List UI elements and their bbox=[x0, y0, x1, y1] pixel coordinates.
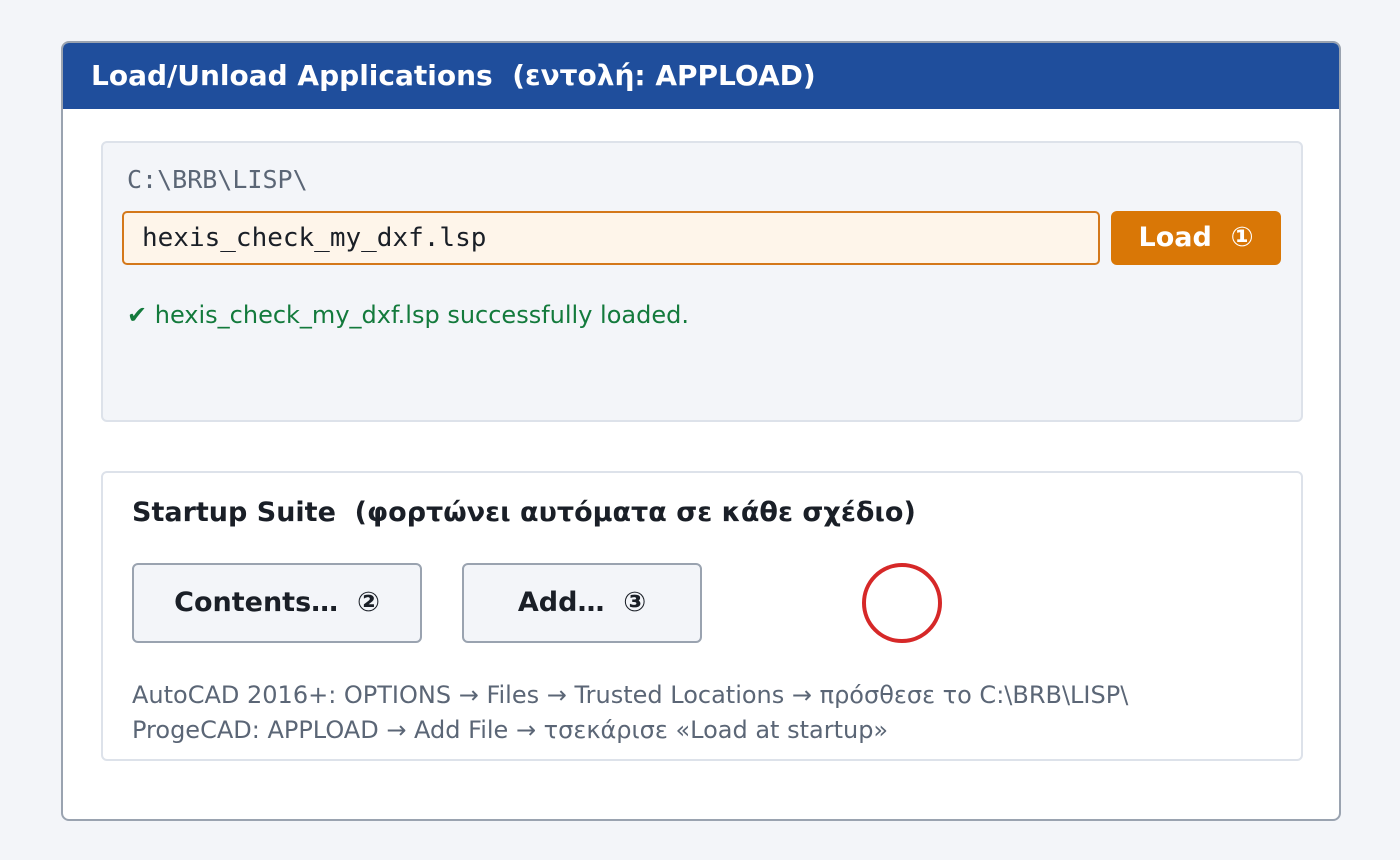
load-button[interactable]: Load ① bbox=[1111, 211, 1281, 265]
startup-suite-panel: Startup Suite (φορτώνει αυτόματα σε κάθε… bbox=[101, 471, 1303, 761]
file-name-input[interactable]: hexis_check_my_dxf.lsp bbox=[122, 211, 1100, 265]
startup-suite-title: Startup Suite (φορτώνει αυτόματα σε κάθε… bbox=[132, 497, 916, 528]
folder-path: C:\BRB\LISP\ bbox=[127, 165, 308, 194]
load-status-message: ✔ hexis_check_my_dxf.lsp successfully lo… bbox=[127, 301, 689, 329]
contents-button[interactable]: Contents… ② bbox=[132, 563, 422, 643]
note-progecad: ProgeCAD: APPLOAD → Add File → τσεκάρισε… bbox=[132, 716, 889, 744]
note-autocad: AutoCAD 2016+: OPTIONS → Files → Trusted… bbox=[132, 681, 1129, 709]
appload-dialog: Load/Unload Applications (εντολή: APPLOA… bbox=[61, 41, 1341, 821]
dialog-title: Load/Unload Applications (εντολή: APPLOA… bbox=[63, 43, 1339, 109]
click-highlight-circle bbox=[862, 563, 942, 643]
load-panel: C:\BRB\LISP\ hexis_check_my_dxf.lsp Load… bbox=[101, 141, 1303, 422]
add-button[interactable]: Add… ③ bbox=[462, 563, 702, 643]
